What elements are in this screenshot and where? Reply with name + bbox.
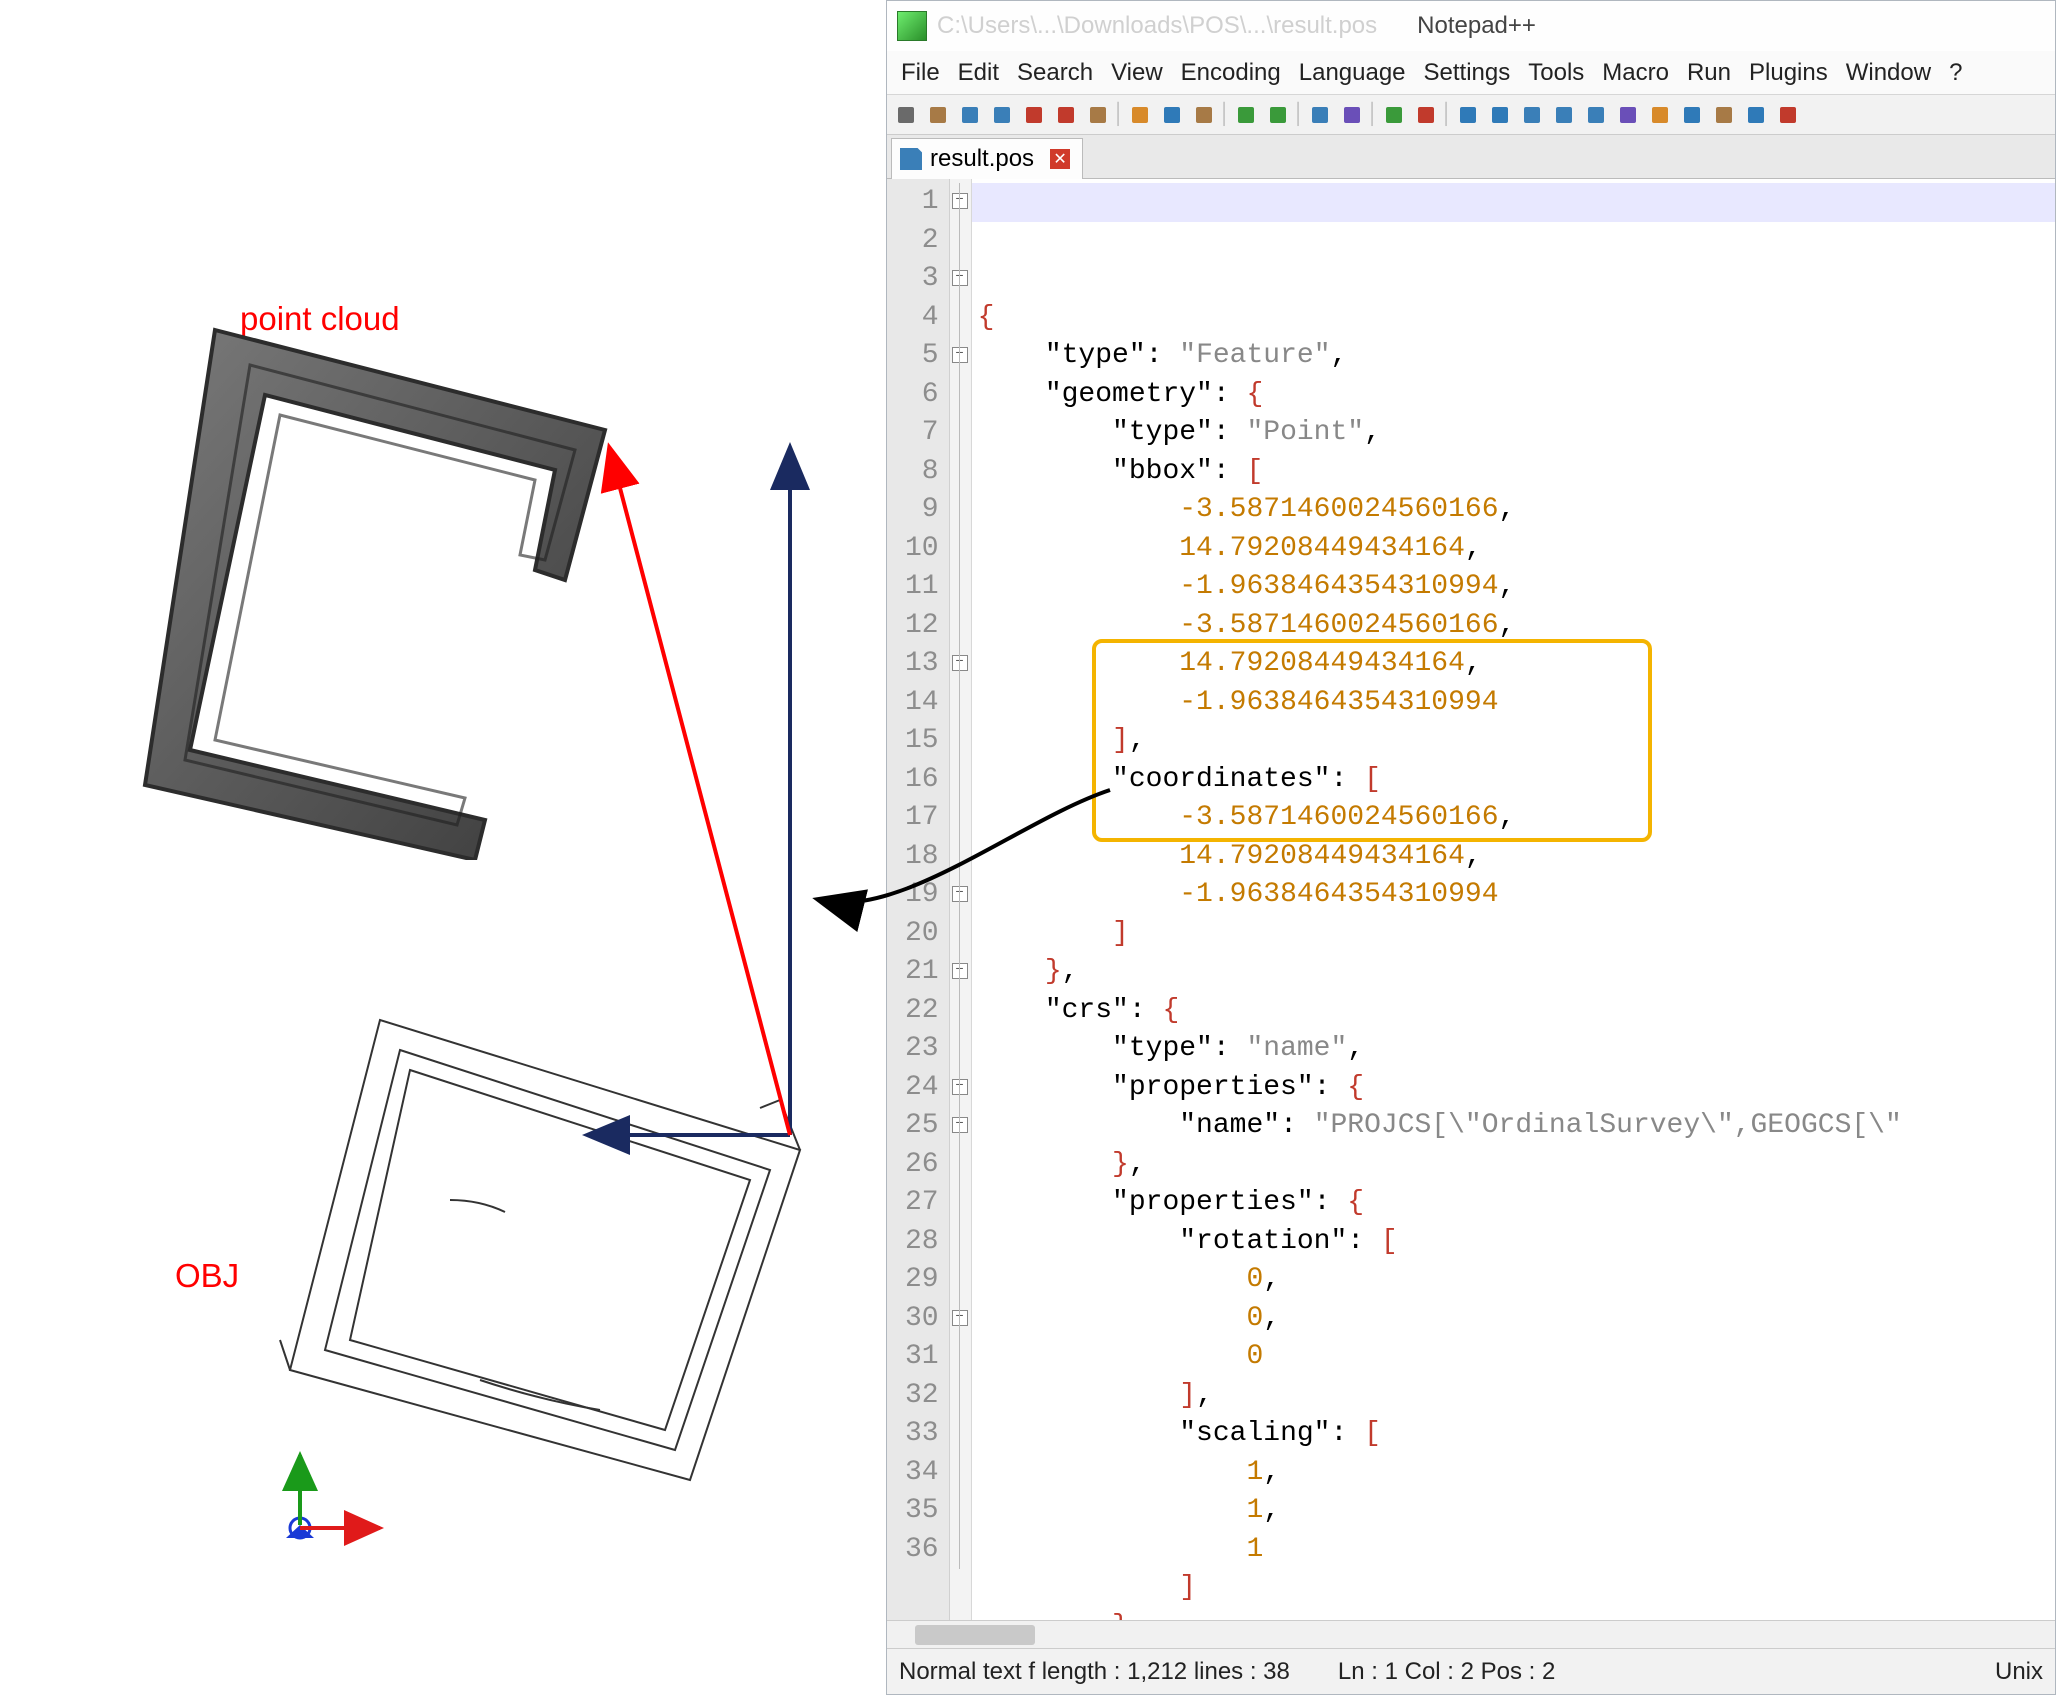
fold-toggle[interactable]: − xyxy=(952,347,968,363)
monitor-icon[interactable] xyxy=(1741,100,1771,130)
undo-icon[interactable] xyxy=(1231,100,1261,130)
zoom-out-icon[interactable] xyxy=(1411,100,1441,130)
toolbar-separator: │ xyxy=(1295,100,1303,130)
lang-icon[interactable] xyxy=(1613,100,1643,130)
tab-label: result.pos xyxy=(930,145,1034,173)
editor[interactable]: 1 2 3 4 5 6 7 8 9 10 11 12 13 14 15 16 1… xyxy=(887,179,2055,1620)
fold-toggle[interactable]: − xyxy=(952,193,968,209)
fold-toggle[interactable]: − xyxy=(952,1117,968,1133)
status-right: Unix xyxy=(1995,1658,2043,1686)
fold-toggle[interactable]: − xyxy=(952,1310,968,1326)
current-line-highlight xyxy=(972,183,2055,222)
replace-icon[interactable] xyxy=(1337,100,1367,130)
horizontal-scrollbar[interactable] xyxy=(887,1620,2055,1648)
fold-toggle[interactable]: − xyxy=(952,886,968,902)
overlay-arrows xyxy=(0,0,880,1700)
wrap-icon[interactable] xyxy=(1517,100,1547,130)
menu-macro[interactable]: Macro xyxy=(1594,55,1677,91)
titlebar[interactable]: C:\Users\...\Downloads\POS\...\result.po… xyxy=(887,1,2055,51)
doc-map-icon[interactable] xyxy=(1645,100,1675,130)
notepadpp-window: C:\Users\...\Downloads\POS\...\result.po… xyxy=(886,0,2056,1695)
func-list-icon[interactable] xyxy=(1677,100,1707,130)
folder-icon[interactable] xyxy=(1709,100,1739,130)
fold-toggle[interactable]: − xyxy=(952,1079,968,1095)
menu-language[interactable]: Language xyxy=(1291,55,1414,91)
cut-icon[interactable] xyxy=(1125,100,1155,130)
toolbar-separator: │ xyxy=(1221,100,1229,130)
menu-edit[interactable]: Edit xyxy=(950,55,1007,91)
record-icon[interactable] xyxy=(1773,100,1803,130)
close-icon[interactable] xyxy=(1019,100,1049,130)
save-icon[interactable] xyxy=(955,100,985,130)
save-icon xyxy=(900,148,922,170)
tabbar: result.pos ✕ xyxy=(887,135,2055,179)
statusbar: Normal text f length : 1,212 lines : 38 … xyxy=(887,1648,2055,1694)
menu-?[interactable]: ? xyxy=(1941,55,1970,91)
scrollbar-thumb[interactable] xyxy=(915,1625,1035,1645)
menu-plugins[interactable]: Plugins xyxy=(1741,55,1836,91)
menu-run[interactable]: Run xyxy=(1679,55,1739,91)
fold-toggle[interactable]: − xyxy=(952,270,968,286)
sync-v-icon[interactable] xyxy=(1453,100,1483,130)
viewport-3d[interactable]: point cloud OBJ xyxy=(0,0,880,1699)
new-file-icon[interactable] xyxy=(891,100,921,130)
title-path: C:\Users\...\Downloads\POS\...\result.po… xyxy=(937,12,1377,40)
tab-result-pos[interactable]: result.pos ✕ xyxy=(891,138,1083,179)
redo-icon[interactable] xyxy=(1263,100,1293,130)
toolbar-separator: │ xyxy=(1115,100,1123,130)
fold-toggle[interactable]: − xyxy=(952,655,968,671)
menu-window[interactable]: Window xyxy=(1838,55,1939,91)
fold-column[interactable]: − − − − − − − − − xyxy=(950,179,972,1620)
indent-guide-icon[interactable] xyxy=(1581,100,1611,130)
app-icon xyxy=(897,11,927,41)
print-icon[interactable] xyxy=(1083,100,1113,130)
menubar: FileEditSearchViewEncodingLanguageSettin… xyxy=(887,51,2055,95)
menu-encoding[interactable]: Encoding xyxy=(1173,55,1289,91)
toolbar: │ │ │ │ │ xyxy=(887,95,2055,135)
menu-tools[interactable]: Tools xyxy=(1520,55,1592,91)
menu-search[interactable]: Search xyxy=(1009,55,1101,91)
ws-icon[interactable] xyxy=(1549,100,1579,130)
fold-toggle[interactable]: − xyxy=(952,963,968,979)
save-all-icon[interactable] xyxy=(987,100,1017,130)
line-number-gutter: 1 2 3 4 5 6 7 8 9 10 11 12 13 14 15 16 1… xyxy=(887,179,950,1620)
open-file-icon[interactable] xyxy=(923,100,953,130)
title-app: Notepad++ xyxy=(1417,12,1536,40)
menu-view[interactable]: View xyxy=(1103,55,1171,91)
toolbar-separator: │ xyxy=(1443,100,1451,130)
find-icon[interactable] xyxy=(1305,100,1335,130)
paste-icon[interactable] xyxy=(1189,100,1219,130)
close-icon[interactable]: ✕ xyxy=(1050,149,1070,169)
copy-icon[interactable] xyxy=(1157,100,1187,130)
sync-h-icon[interactable] xyxy=(1485,100,1515,130)
menu-file[interactable]: File xyxy=(893,55,948,91)
menu-settings[interactable]: Settings xyxy=(1416,55,1519,91)
zoom-in-icon[interactable] xyxy=(1379,100,1409,130)
toolbar-separator: │ xyxy=(1369,100,1377,130)
status-mid: Ln : 1 Col : 2 Pos : 2 xyxy=(1338,1658,1555,1686)
close-all-icon[interactable] xyxy=(1051,100,1081,130)
status-left: Normal text f length : 1,212 lines : 38 xyxy=(899,1658,1290,1686)
code-area[interactable]: { "type": "Feature", "geometry": { "type… xyxy=(972,179,2055,1620)
